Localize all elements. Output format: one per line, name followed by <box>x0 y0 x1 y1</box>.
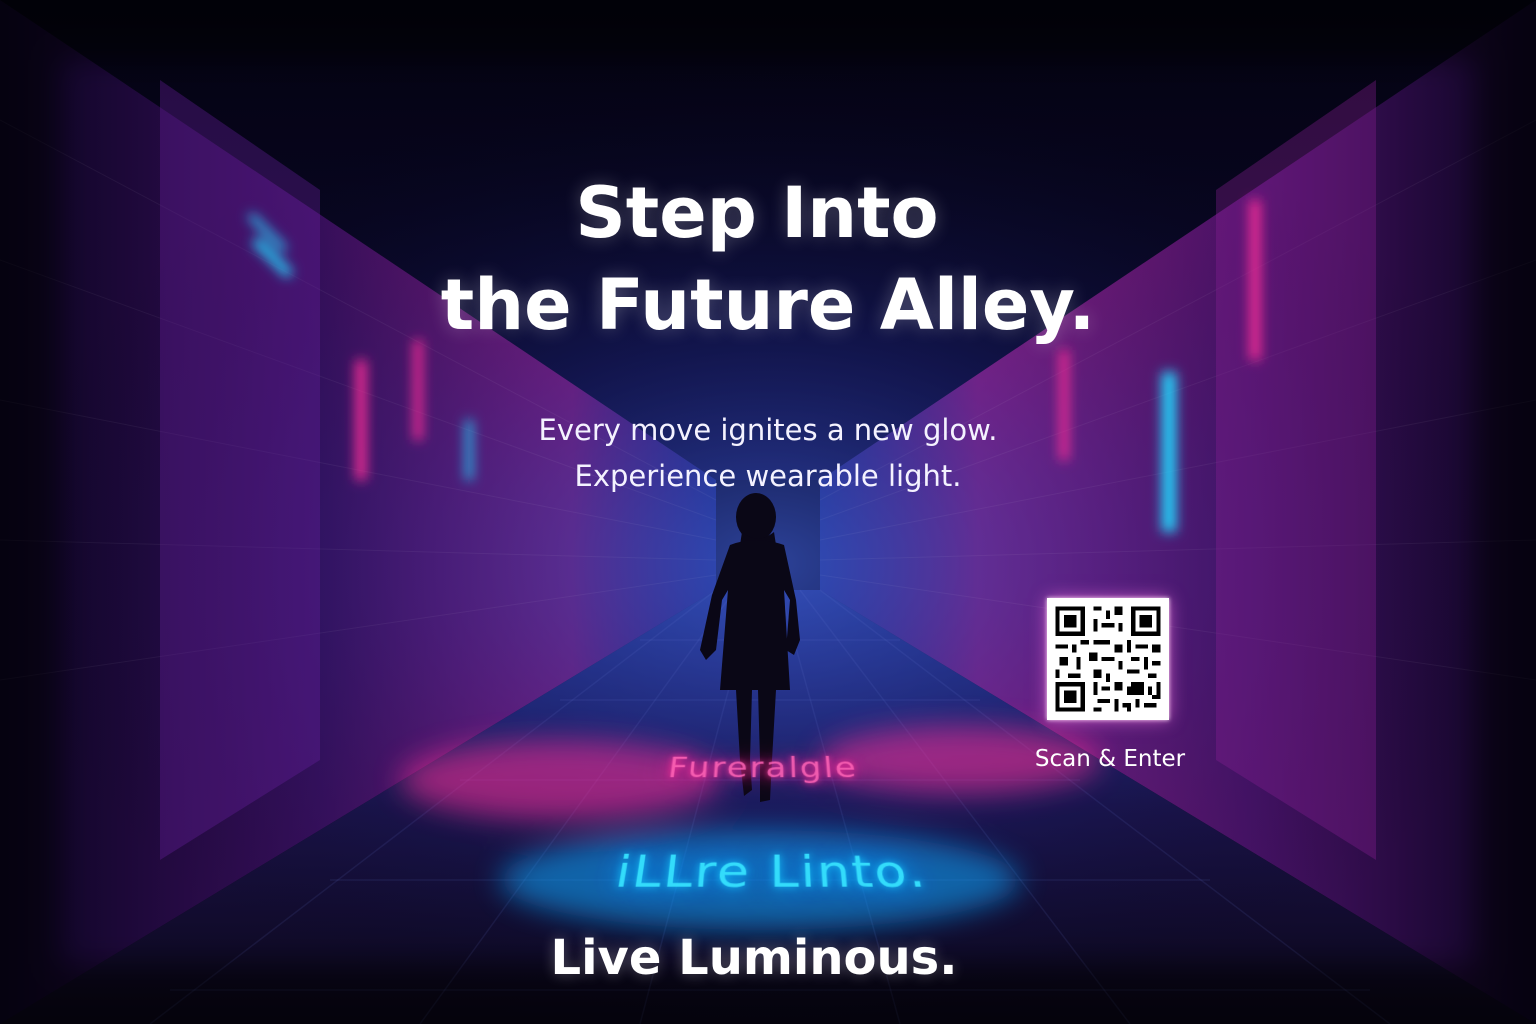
headline-line-2: the Future Alley. <box>0 270 1536 340</box>
floor-projection-pink-text: Fureralgle <box>0 752 1536 785</box>
tagline: Live Luminous. <box>0 930 1536 986</box>
headline-line-1: Step Into <box>0 178 1536 248</box>
floor-projection-cyan-text: iLLre Linto. <box>0 847 1536 898</box>
qr-code-icon[interactable] <box>1047 598 1169 720</box>
subheadline-line-1: Every move ignites a new glow. <box>0 416 1536 445</box>
qr-scan-label: Scan & Enter <box>1000 746 1220 772</box>
poster: Step Into the Future Alley. Every move i… <box>0 0 1536 1024</box>
subheadline-line-2: Experience wearable light. <box>0 462 1536 491</box>
